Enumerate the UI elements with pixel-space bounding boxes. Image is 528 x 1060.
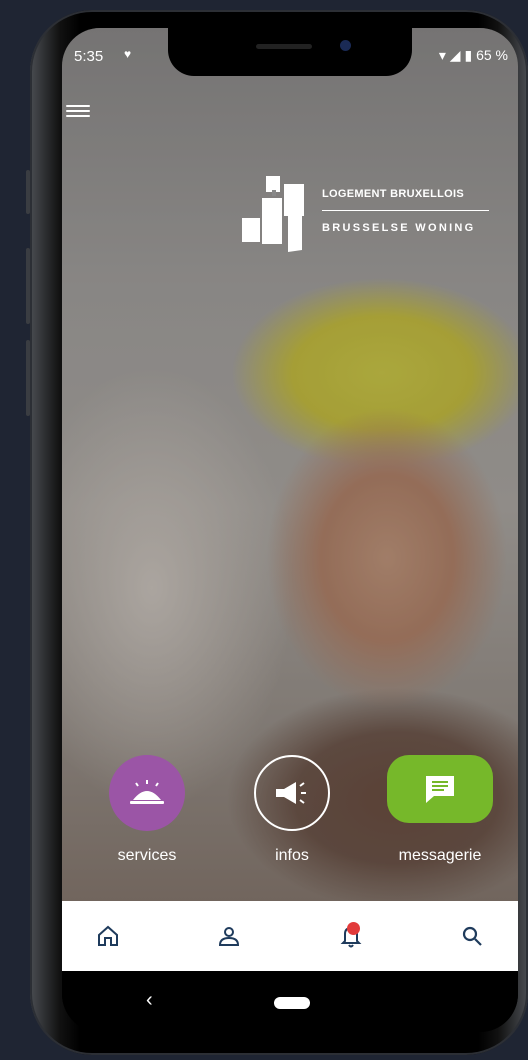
battery-percent: 65 % [476, 47, 508, 63]
profile-icon[interactable] [205, 912, 253, 960]
bottom-navigation [62, 901, 518, 971]
logo-divider [322, 210, 489, 211]
volume-up-button [26, 248, 30, 324]
service-bell-icon [109, 755, 185, 831]
megaphone-icon [254, 755, 330, 831]
home-icon[interactable] [84, 912, 132, 960]
speaker-grille [256, 44, 312, 49]
home-gesture-pill[interactable] [274, 997, 310, 1009]
bell-icon[interactable] [327, 912, 375, 960]
back-icon[interactable]: ‹ [146, 989, 153, 1012]
messagerie-button[interactable]: messagerie [382, 755, 498, 865]
hamburger-menu-icon[interactable] [66, 102, 90, 120]
message-icon [387, 755, 493, 823]
infos-button[interactable]: infos [252, 755, 332, 865]
search-icon[interactable] [448, 912, 496, 960]
status-indicators: ▾ ◢ ▮ 65 % [439, 47, 508, 64]
volume-down-button [26, 340, 30, 416]
services-label: services [117, 847, 177, 864]
logo-text-dutch: BRUSSELSE WONING [322, 222, 476, 234]
front-camera [340, 40, 351, 51]
wifi-icon: ▾ [438, 47, 446, 63]
status-time: 5:35 [74, 48, 104, 65]
camera-notch [168, 28, 412, 76]
building-logo-icon [242, 176, 304, 252]
app-screen: 5:35 ♥ ▾ ◢ ▮ 65 % LOGEMENT BRUXELLOIS BR… [62, 28, 518, 1032]
signal-icon: ◢ [449, 47, 461, 63]
logo-text-french: LOGEMENT BRUXELLOIS [322, 188, 464, 200]
services-button[interactable]: services [107, 755, 187, 865]
side-button [26, 170, 30, 214]
system-navigation-bar: ‹ [62, 971, 518, 1032]
notification-badge [346, 922, 360, 935]
infos-label: infos [275, 847, 309, 864]
heart-icon: ♥ [124, 47, 132, 61]
messagerie-label: messagerie [398, 847, 482, 864]
brand-logo: LOGEMENT BRUXELLOIS BRUSSELSE WONING [238, 166, 508, 266]
battery-icon: ▮ [464, 47, 473, 63]
